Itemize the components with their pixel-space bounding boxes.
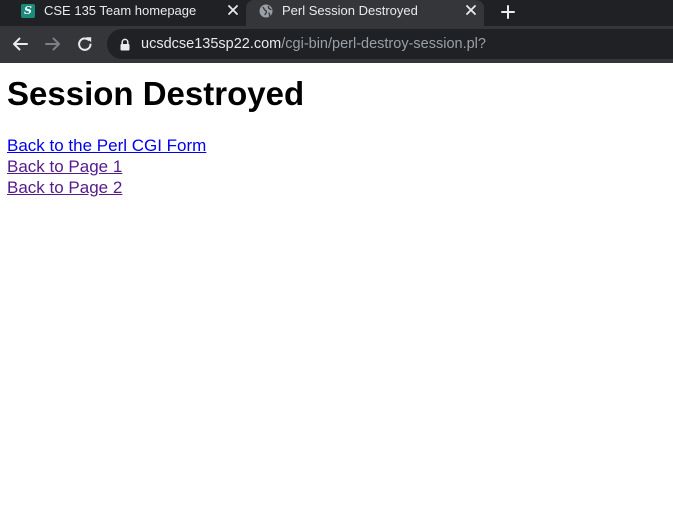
arrow-left-icon[interactable] bbox=[10, 34, 30, 54]
page-title: Session Destroyed bbox=[7, 75, 305, 112]
tab-title: Perl Session Destroyed bbox=[282, 3, 418, 18]
tab-cse135-homepage[interactable]: S CSE 135 Team homepage bbox=[8, 0, 246, 26]
browser-toolbar: ucsdcse135sp22.com/cgi-bin/perl-destroy-… bbox=[0, 26, 673, 63]
tab-strip: S CSE 135 Team homepage Perl Session Des… bbox=[0, 0, 673, 26]
link-back-to-page-1[interactable]: Back to Page 1 bbox=[7, 156, 206, 177]
reload-icon[interactable] bbox=[75, 34, 95, 54]
lock-icon[interactable] bbox=[119, 38, 131, 51]
globe-icon bbox=[259, 4, 273, 18]
arrow-right-icon[interactable] bbox=[43, 34, 63, 54]
page-content: Session Destroyed Back to the Perl CGI F… bbox=[0, 63, 673, 507]
browser-window: S CSE 135 Team homepage Perl Session Des… bbox=[0, 0, 673, 507]
link-back-to-perl-cgi-form[interactable]: Back to the Perl CGI Form bbox=[7, 135, 206, 156]
close-icon[interactable] bbox=[226, 3, 240, 17]
address-bar[interactable]: ucsdcse135sp22.com/cgi-bin/perl-destroy-… bbox=[107, 29, 673, 59]
link-back-to-page-2[interactable]: Back to Page 2 bbox=[7, 177, 206, 198]
tab-perl-session-destroyed[interactable]: Perl Session Destroyed bbox=[246, 0, 484, 26]
url-host: ucsdcse135sp22.com bbox=[141, 36, 282, 52]
close-icon[interactable] bbox=[464, 3, 478, 17]
url-text[interactable]: ucsdcse135sp22.com/cgi-bin/perl-destroy-… bbox=[141, 36, 486, 53]
s-logo-icon: S bbox=[21, 4, 35, 18]
tab-title: CSE 135 Team homepage bbox=[44, 3, 197, 18]
link-list: Back to the Perl CGI Form Back to Page 1… bbox=[7, 135, 206, 198]
plus-icon[interactable] bbox=[499, 3, 517, 21]
url-path: /cgi-bin/perl-destroy-session.pl? bbox=[281, 36, 486, 52]
